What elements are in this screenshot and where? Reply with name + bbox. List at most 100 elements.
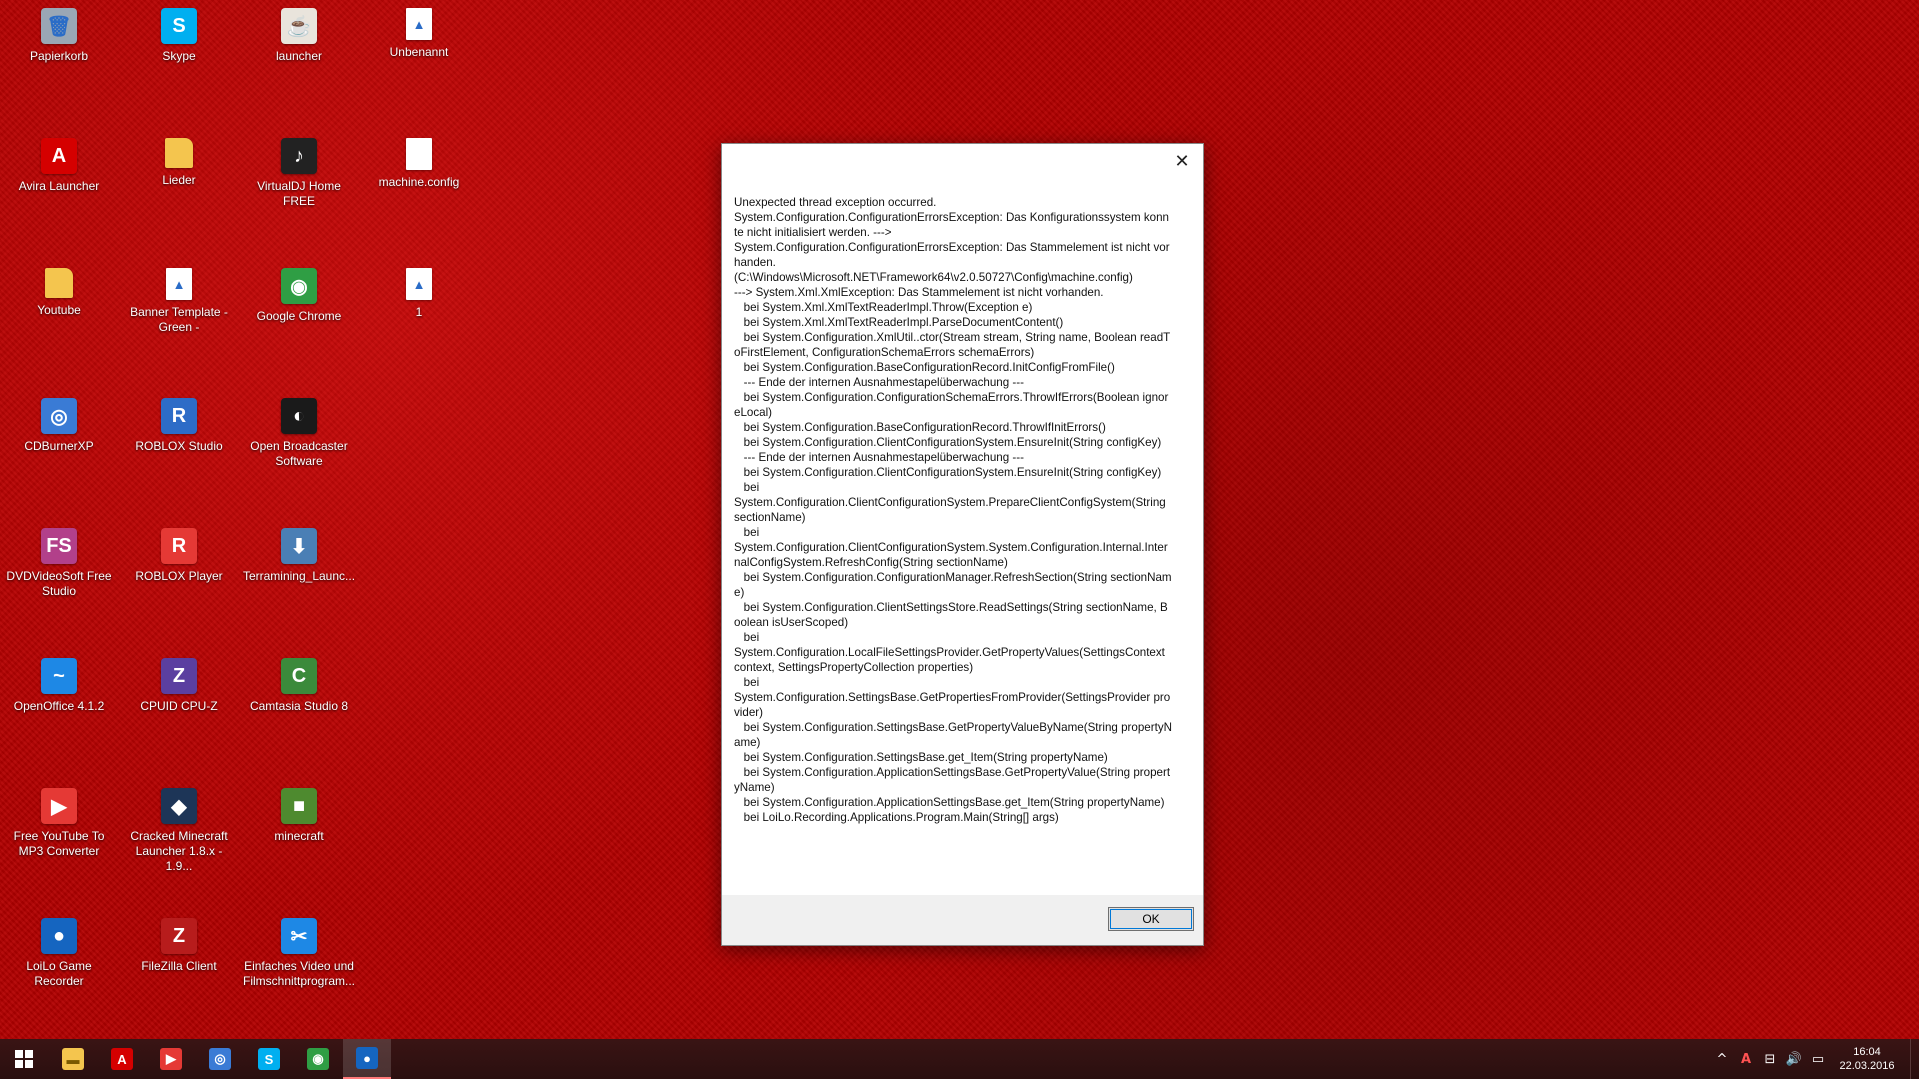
taskbar-button[interactable]: ◉ (294, 1039, 342, 1079)
desktop-icon-item[interactable]: ◐ Open Broadcaster Software (240, 392, 358, 512)
desktop-icon-label: Free YouTube To MP3 Converter (13, 829, 105, 858)
recycle-bin-icon: 🗑 (41, 8, 77, 44)
desktop-icon-label: OpenOffice 4.1.2 (13, 699, 105, 713)
desktop-icon-label: VirtualDJ Home FREE (257, 179, 341, 208)
desktop-icon-label: Avira Launcher (18, 179, 100, 193)
desktop-icon-item[interactable]: ▲ 1 (360, 262, 478, 382)
roblox-player-icon: R (161, 528, 197, 564)
desktop-icon-item[interactable]: Z FileZilla Client (120, 912, 238, 1032)
desktop-icon-item[interactable]: ▲ Unbenannt (360, 2, 478, 122)
desktop-icon-label: Cracked Minecraft Launcher 1.8.x - 1.9..… (130, 829, 228, 873)
volume-icon[interactable]: 🔊 (1782, 1039, 1806, 1079)
desktop-icon-label: ROBLOX Studio (135, 439, 223, 453)
windows-start-icon (15, 1050, 33, 1068)
desktop-icon-item[interactable]: S Skype (120, 2, 238, 122)
desktop-icon-label: LoiLo Game Recorder (26, 959, 92, 988)
desktop-icon-label: Google Chrome (256, 309, 342, 323)
network-icon[interactable]: ⊟ (1758, 1039, 1782, 1079)
desktop-icon-item[interactable]: Lieder (120, 132, 238, 252)
desktop-icon-label: Terramining_Launc... (242, 569, 356, 583)
avira-tray-icon[interactable]: A (1734, 1039, 1758, 1079)
desktop-icon-item[interactable]: ♪ VirtualDJ Home FREE (240, 132, 358, 252)
image-file-icon: ▲ (406, 8, 432, 40)
desktop-icon-item[interactable]: Z CPUID CPU-Z (120, 652, 238, 772)
taskbar-button[interactable]: S (245, 1039, 293, 1079)
system-tray: ^ A ⊟ 🔊 ▭ 16:04 22.03.2016 (1710, 1039, 1919, 1079)
desktop-icon-item[interactable]: ▲ Banner Template - Green - (120, 262, 238, 382)
roblox-studio-icon: R (161, 398, 197, 434)
desktop-icon-item[interactable]: machine.config (360, 132, 478, 252)
avira-icon: A (111, 1048, 133, 1070)
chrome-icon: ◉ (281, 268, 317, 304)
desktop-icon-item[interactable]: ◎ CDBurnerXP (0, 392, 118, 512)
desktop-icon-item[interactable]: ▶ Free YouTube To MP3 Converter (0, 782, 118, 902)
desktop-icon-label: CPUID CPU-Z (140, 699, 218, 713)
show-hidden-icons-chevron-icon[interactable]: ^ (1710, 1039, 1734, 1079)
cdburnerxp-icon: ◎ (209, 1048, 231, 1070)
desktop-icon-label: 1 (415, 305, 423, 319)
desktop-icon-label: Youtube (37, 303, 81, 317)
desktop-icon-item[interactable]: Youtube (0, 262, 118, 382)
desktop-icon-item[interactable]: C Camtasia Studio 8 (240, 652, 358, 772)
openoffice-icon: ~ (41, 658, 77, 694)
desktop-icon-label: Einfaches Video und Filmschnittprogram..… (242, 959, 356, 988)
desktop-icon-item[interactable]: ● LoiLo Game Recorder (0, 912, 118, 1032)
desktop-icon-item[interactable]: ◉ Google Chrome (240, 262, 358, 382)
desktop-icon-item[interactable]: ☕ launcher (240, 2, 358, 122)
desktop-icon-item[interactable]: FS DVDVideoSoft Free Studio (0, 522, 118, 642)
image-file-icon: ▲ (166, 268, 192, 300)
taskbar-button[interactable]: A (98, 1039, 146, 1079)
taskbar-button[interactable]: ● (343, 1039, 391, 1079)
minecraft-launcher-icon: ◆ (161, 788, 197, 824)
ok-button[interactable]: OK (1108, 907, 1194, 931)
dialog-footer: OK (722, 895, 1203, 945)
desktop-icon-label: DVDVideoSoft Free Studio (6, 569, 112, 598)
action-center-icon[interactable]: ▭ (1806, 1039, 1830, 1079)
clock-date: 22.03.2016 (1839, 1060, 1895, 1072)
start-button[interactable] (0, 1039, 48, 1079)
camtasia-icon: C (281, 658, 317, 694)
installer-icon: ⬇ (281, 528, 317, 564)
desktop-icon-label: Camtasia Studio 8 (249, 699, 349, 713)
desktop-icon-label: Lieder (162, 173, 196, 187)
desktop-icon-item[interactable]: ■ minecraft (240, 782, 358, 902)
obs-icon: ◐ (281, 398, 317, 434)
desktop-icon-item[interactable]: A Avira Launcher (0, 132, 118, 252)
skype-icon: S (258, 1048, 280, 1070)
avira-icon: A (41, 138, 77, 174)
desktop-icon-label: machine.config (378, 175, 460, 189)
folder-icon (45, 268, 73, 298)
desktop-icon-item[interactable]: ◆ Cracked Minecraft Launcher 1.8.x - 1.9.… (120, 782, 238, 902)
desktop-icon-item[interactable]: ⬇ Terramining_Launc... (240, 522, 358, 642)
clock[interactable]: 16:04 22.03.2016 (1830, 1045, 1904, 1073)
dvdvideosoft-icon: FS (41, 528, 77, 564)
desktop-icon-label: CDBurnerXP (24, 439, 94, 453)
java-icon: ☕ (281, 8, 317, 44)
video-editor-icon: ✂ (281, 918, 317, 954)
desktop-icon-item[interactable]: 🗑 Papierkorb (0, 2, 118, 122)
loilo-icon: ● (41, 918, 77, 954)
virtualdj-icon: ♪ (281, 138, 317, 174)
desktop-icon-label: launcher (275, 49, 323, 63)
clock-time: 16:04 (1853, 1046, 1881, 1058)
taskbar-button[interactable]: ▬ (49, 1039, 97, 1079)
desktop-icon-item[interactable]: ✂ Einfaches Video und Filmschnittprogram.… (240, 912, 358, 1032)
exception-message: Unexpected thread exception occurred. Sy… (734, 196, 1172, 824)
desktop-icon-label: FileZilla Client (141, 959, 217, 973)
folder-icon (165, 138, 193, 168)
desktop-icon-label: ROBLOX Player (135, 569, 223, 583)
skype-icon: S (161, 8, 197, 44)
show-desktop-button[interactable] (1910, 1039, 1919, 1079)
minecraft-icon: ■ (281, 788, 317, 824)
desktop-icon-label: Banner Template - Green - (130, 305, 228, 334)
desktop-icon-item[interactable]: R ROBLOX Studio (120, 392, 238, 512)
desktop-icon-item[interactable]: ~ OpenOffice 4.1.2 (0, 652, 118, 772)
taskbar-button[interactable]: ▶ (147, 1039, 195, 1079)
cpuz-icon: Z (161, 658, 197, 694)
taskbar-button[interactable]: ◎ (196, 1039, 244, 1079)
file-explorer-icon: ▬ (62, 1048, 84, 1070)
desktop-icon-label: Skype (162, 49, 196, 63)
close-icon[interactable]: ✕ (1167, 148, 1197, 174)
desktop-icon-item[interactable]: R ROBLOX Player (120, 522, 238, 642)
taskbar: ▬ A ▶ ◎ S ◉ ● ^ A ⊟ 🔊 ▭ 16:04 22.03.2016 (0, 1039, 1919, 1079)
